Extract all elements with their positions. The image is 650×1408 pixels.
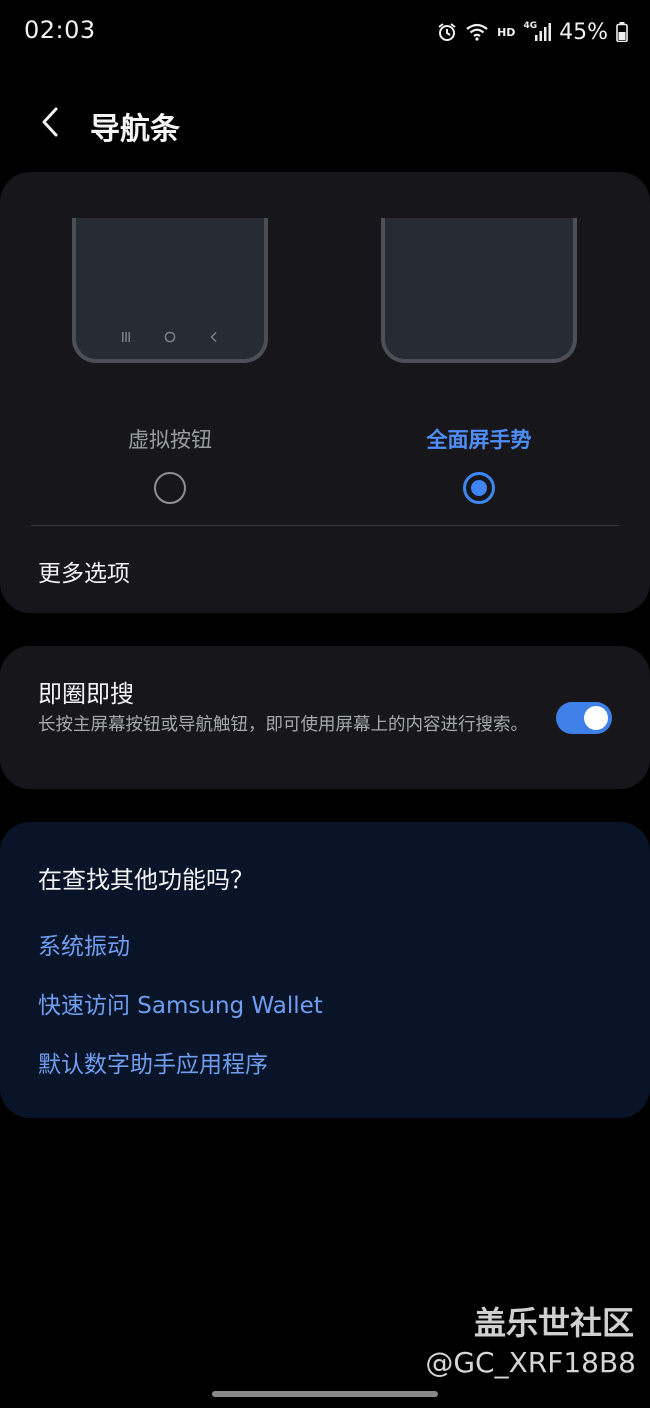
watermark-user: @GC_XRF18B8 — [425, 1346, 636, 1379]
link-system-vibration[interactable]: 系统振动 — [38, 927, 130, 961]
status-icons: HD 4G 45% — [437, 16, 628, 48]
back-button[interactable] — [28, 100, 72, 148]
more-options-link[interactable]: 更多选项 — [38, 554, 130, 588]
status-time: 02:03 — [24, 16, 96, 44]
link-default-assistant[interactable]: 默认数字助手应用程序 — [38, 1045, 268, 1079]
circle-to-search-description: 长按主屏幕按钮或导航触钮，即可使用屏幕上的内容进行搜索。 — [38, 715, 528, 735]
alarm-icon — [437, 22, 457, 42]
option-buttons-label: 虚拟按钮 — [128, 428, 212, 452]
circle-to-search-title: 即圈即搜 — [38, 680, 134, 708]
battery-icon — [616, 22, 628, 42]
home-icon — [164, 328, 176, 347]
page-title: 导航条 — [90, 112, 180, 147]
gesture-handle[interactable] — [212, 1391, 438, 1397]
wifi-icon — [465, 22, 489, 42]
nav-keys — [76, 328, 264, 347]
network-label: 4G — [523, 21, 538, 31]
screen: 02:03 HD 4G 45% 导航条 虚拟按钮 全面屏手势 更多选项 即圈即搜… — [0, 0, 650, 1408]
navigation-type-card: 虚拟按钮 全面屏手势 更多选项 — [0, 172, 650, 613]
radio-buttons[interactable] — [154, 472, 186, 504]
divider — [31, 525, 619, 526]
status-bar: 02:03 HD 4G 45% — [0, 0, 650, 64]
option-gestures[interactable]: 全面屏手势 — [374, 424, 584, 504]
watermark-site: 盖乐世社区 — [473, 1304, 634, 1342]
chevron-left-icon — [40, 106, 60, 142]
recents-icon — [120, 328, 132, 347]
signal-icon — [535, 23, 552, 41]
option-gestures-label: 全面屏手势 — [426, 428, 532, 452]
battery-percent: 45% — [559, 19, 608, 45]
toggle-knob — [584, 706, 608, 730]
back-key-icon — [208, 328, 220, 347]
circle-to-search-toggle[interactable] — [556, 702, 612, 734]
looking-for-title: 在查找其他功能吗？ — [38, 866, 254, 894]
radio-gestures[interactable] — [463, 472, 495, 504]
looking-for-card: 在查找其他功能吗？ 系统振动 快速访问 Samsung Wallet 默认数字助… — [0, 822, 650, 1118]
hd-label: HD — [497, 25, 516, 39]
gestures-preview[interactable] — [381, 218, 577, 363]
buttons-preview[interactable] — [72, 218, 268, 363]
link-samsung-wallet[interactable]: 快速访问 Samsung Wallet — [38, 986, 323, 1020]
circle-to-search-card[interactable]: 即圈即搜 长按主屏幕按钮或导航触钮，即可使用屏幕上的内容进行搜索。 — [0, 646, 650, 789]
option-buttons[interactable]: 虚拟按钮 — [65, 424, 275, 504]
header: 导航条 — [0, 96, 650, 152]
